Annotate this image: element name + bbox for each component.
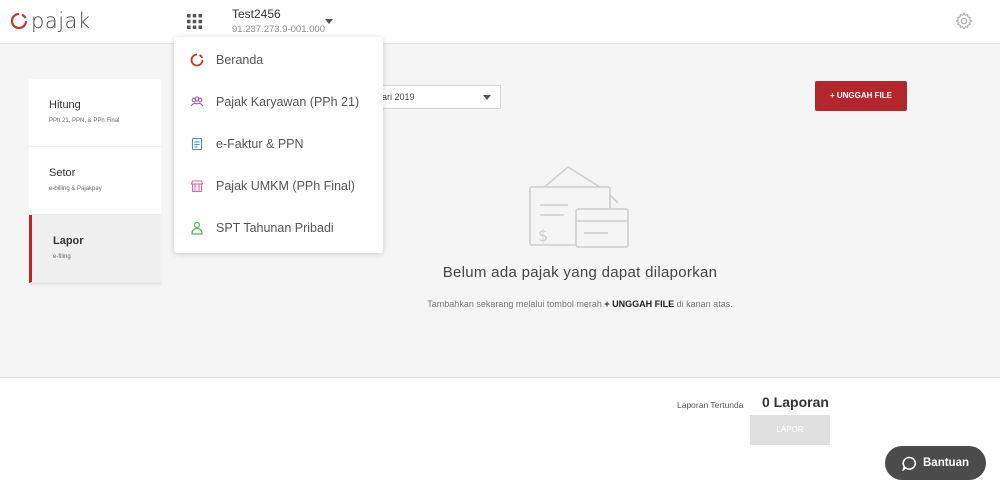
company-name: Test2456	[232, 7, 281, 21]
menu-item-spt-tahunan[interactable]: SPT Tahunan Pribadi	[174, 207, 383, 249]
employees-icon	[190, 95, 204, 109]
sidebar-item-setor[interactable]: Setor e-billing & Pajakpay	[29, 147, 161, 215]
sidebar-item-lapor[interactable]: Lapor e-filing	[29, 215, 161, 283]
person-icon	[190, 221, 204, 235]
empty-state-title: Belum ada pajak yang dapat dilaporkan	[442, 264, 718, 281]
logo-text: pajak	[31, 9, 91, 33]
empty-hint-suffix: di kanan atas.	[674, 299, 733, 309]
app-switcher-menu: Beranda Pajak Karyawan (PPh 21) e-Faktur…	[174, 37, 383, 253]
menu-item-pajak-karyawan[interactable]: Pajak Karyawan (PPh 21)	[174, 81, 383, 123]
empty-hint-prefix: Tambahkan sekarang melalui tombol merah	[427, 299, 605, 309]
sidebar: Hitung PPh 21, PPN, & PPh Final Setor e-…	[29, 79, 161, 283]
apps-grid-icon[interactable]	[186, 13, 203, 30]
menu-item-efaktur[interactable]: e-Faktur & PPN	[174, 123, 383, 165]
menu-item-label: SPT Tahunan Pribadi	[216, 221, 334, 235]
sidebar-item-sublabel: e-filing	[53, 254, 71, 260]
period-select[interactable]: ari 2019	[370, 85, 501, 109]
svg-text:$: $	[538, 226, 548, 245]
home-logo-icon	[190, 53, 204, 67]
help-button[interactable]: Bantuan	[885, 446, 986, 480]
sidebar-item-hitung[interactable]: Hitung PPh 21, PPN, & PPh Final	[29, 79, 161, 147]
upload-file-button[interactable]: + UNGGAH FILE	[815, 81, 907, 111]
pending-count: 0 Laporan	[762, 394, 829, 410]
invoice-icon	[190, 137, 204, 151]
empty-state-hint: Tambahkan sekarang melalui tombol merah …	[330, 299, 830, 309]
sidebar-item-label: Hitung	[49, 99, 81, 111]
menu-item-label: Beranda	[216, 53, 264, 67]
chevron-down-icon	[483, 95, 491, 100]
company-npwp: 91.237.273.9-001.000	[232, 24, 325, 35]
lapor-button[interactable]: LAPOR	[750, 415, 830, 445]
chevron-down-icon[interactable]	[325, 19, 333, 24]
footer-panel: Laporan Tertunda 0 Laporan LAPOR	[0, 377, 1000, 486]
gear-icon[interactable]	[955, 12, 973, 30]
top-bar: pajak Test2456 91.237.273.9-001.000	[0, 0, 1000, 44]
menu-item-beranda[interactable]: Beranda	[174, 39, 383, 81]
sidebar-item-label: Lapor	[53, 235, 84, 247]
menu-item-pajak-umkm[interactable]: Pajak UMKM (PPh Final)	[174, 165, 383, 207]
sidebar-item-sublabel: e-billing & Pajakpay	[49, 186, 102, 192]
empty-hint-bold: + UNGGAH FILE	[604, 299, 675, 309]
menu-item-label: Pajak UMKM (PPh Final)	[216, 179, 355, 193]
empty-documents-icon: $	[529, 166, 629, 248]
company-selector[interactable]: Test2456 91.237.273.9-001.000	[232, 7, 325, 35]
pajak-logo-icon	[10, 12, 28, 30]
pajak-logo[interactable]: pajak	[10, 9, 91, 33]
sidebar-item-sublabel: PPh 21, PPN, & PPh Final	[49, 118, 120, 124]
chat-bubble-icon	[902, 456, 917, 471]
help-label: Bantuan	[923, 457, 969, 469]
period-value: ari 2019	[382, 92, 415, 102]
menu-item-label: e-Faktur & PPN	[216, 137, 304, 151]
pending-label: Laporan Tertunda	[677, 400, 744, 410]
menu-item-label: Pajak Karyawan (PPh 21)	[216, 95, 360, 109]
sidebar-item-label: Setor	[49, 167, 76, 179]
store-icon	[190, 179, 204, 193]
